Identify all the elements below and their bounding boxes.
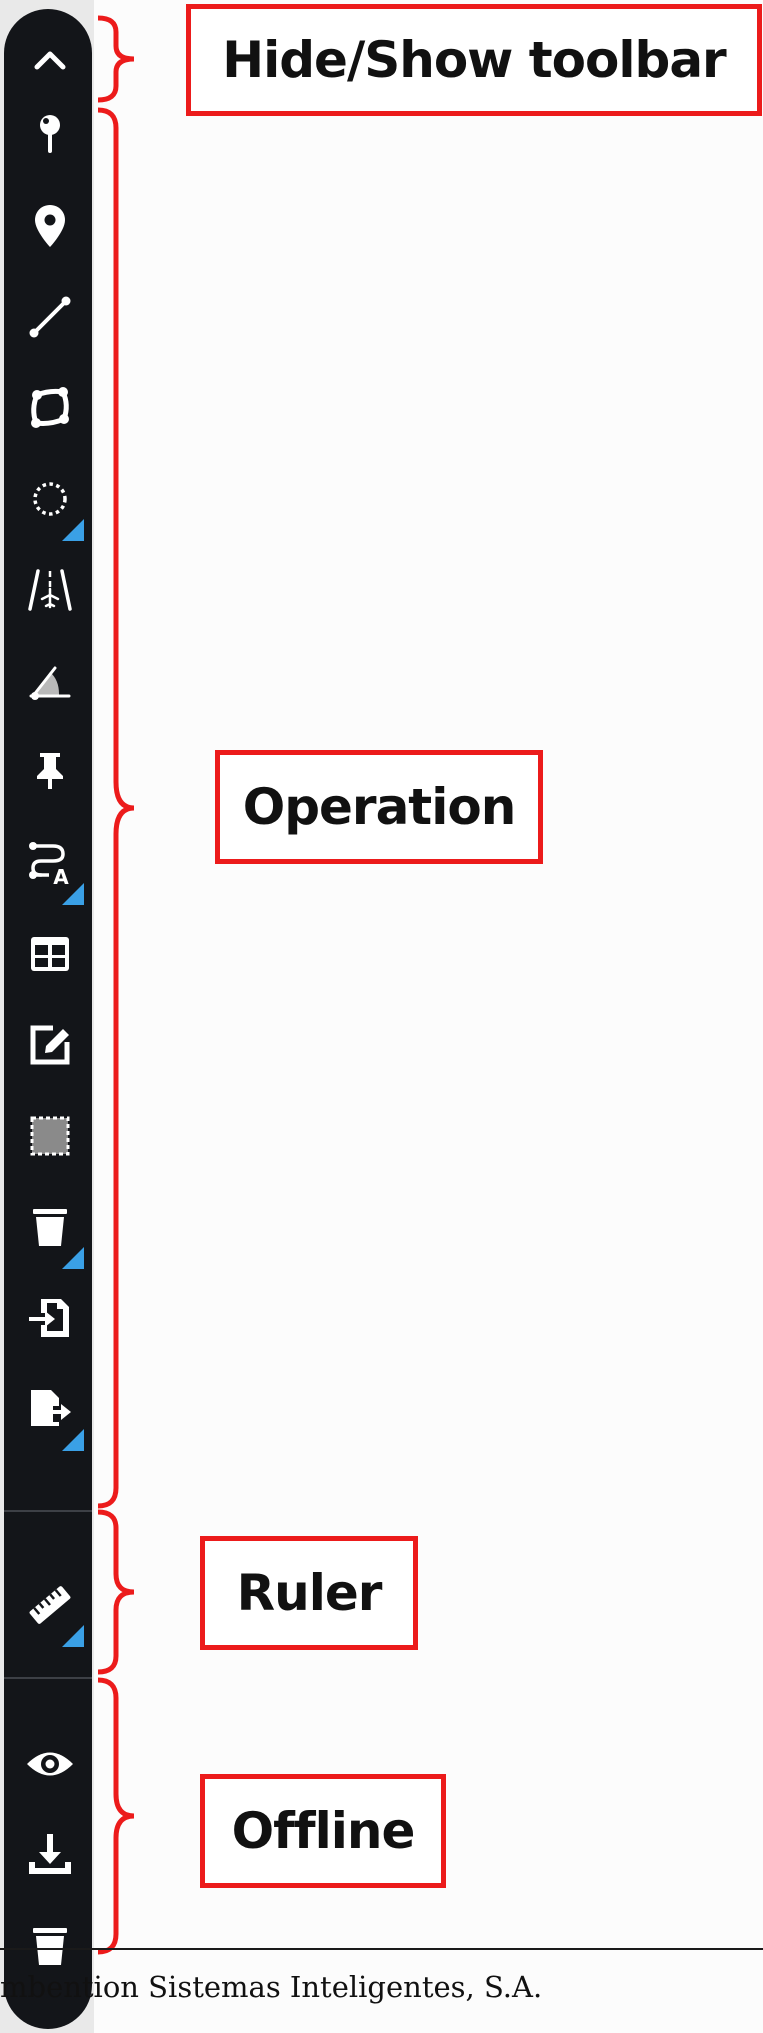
pushpin-tool-button[interactable] [18, 740, 82, 804]
import-icon [29, 1299, 69, 1337]
download-icon [29, 1834, 71, 1874]
ruler-icon [29, 1586, 71, 1624]
offline-download-button[interactable] [18, 1823, 82, 1887]
label-offline: Offline [200, 1774, 446, 1888]
edit-tool-button[interactable] [18, 1013, 82, 1077]
pin-point-icon [40, 115, 60, 153]
trash-icon [33, 1928, 67, 1965]
edit-icon [30, 1025, 70, 1065]
import-button[interactable] [18, 1286, 82, 1350]
select-area-tool-button[interactable] [18, 1104, 82, 1168]
runway-icon [28, 569, 72, 611]
label-hide-show-toolbar: Hide/Show toolbar [186, 4, 762, 116]
ruler-button[interactable] [18, 1573, 84, 1647]
route-label-tool-button[interactable]: A [18, 831, 84, 905]
label-ruler: Ruler [200, 1536, 418, 1650]
bracket-offline [97, 1677, 135, 1955]
chevron-up-icon [34, 51, 66, 70]
submenu-indicator [62, 519, 84, 541]
footer-divider [0, 1948, 763, 1950]
toolbar-separator [4, 1677, 92, 1679]
submenu-indicator [62, 1625, 84, 1647]
submenu-indicator [62, 1247, 84, 1269]
label-ruler-text: Ruler [236, 1564, 383, 1622]
page: A Hide/Show toolbar Operation Ruler Offl… [0, 0, 763, 2033]
label-operation-text: Operation [242, 778, 517, 836]
pushpin-icon [37, 753, 63, 789]
angle-icon [29, 666, 71, 700]
point-tool-button[interactable] [18, 103, 82, 167]
toggle-toolbar-button[interactable] [18, 28, 82, 92]
map-marker-icon [35, 205, 65, 247]
delete-tool-button[interactable] [18, 1195, 84, 1269]
runway-tool-button[interactable] [18, 558, 82, 622]
bracket-hide-show [97, 15, 135, 103]
label-hide-show-toolbar-text: Hide/Show toolbar [222, 31, 726, 89]
label-offline-text: Offline [231, 1802, 416, 1860]
map-toolbar: A [4, 9, 92, 2029]
eye-icon [27, 1752, 73, 1776]
bracket-ruler [97, 1509, 135, 1675]
marker-tool-button[interactable] [18, 194, 82, 258]
offline-view-button[interactable] [18, 1732, 82, 1796]
submenu-indicator [62, 1429, 84, 1451]
line-icon [29, 296, 71, 338]
bracket-operation [97, 107, 135, 1509]
footer-copyright: mbention Sistemas Inteligentes, S.A. [0, 1970, 543, 2004]
route-label-icon: A [29, 842, 69, 889]
trash-icon [33, 1209, 67, 1246]
export-icon [31, 1390, 71, 1426]
table-icon [31, 937, 69, 971]
export-button[interactable] [18, 1377, 84, 1451]
polygon-tool-button[interactable] [18, 376, 82, 440]
select-area-icon [30, 1116, 70, 1156]
polygon-icon [31, 387, 69, 428]
label-operation: Operation [215, 750, 543, 864]
offline-delete-button[interactable] [18, 1914, 82, 1978]
toolbar-separator [4, 1510, 92, 1512]
table-tool-button[interactable] [18, 922, 82, 986]
circle-tool-button[interactable] [18, 467, 84, 541]
submenu-indicator [62, 883, 84, 905]
line-tool-button[interactable] [18, 285, 82, 349]
dotted-circle-icon [33, 482, 67, 516]
angle-tool-button[interactable] [18, 649, 82, 713]
